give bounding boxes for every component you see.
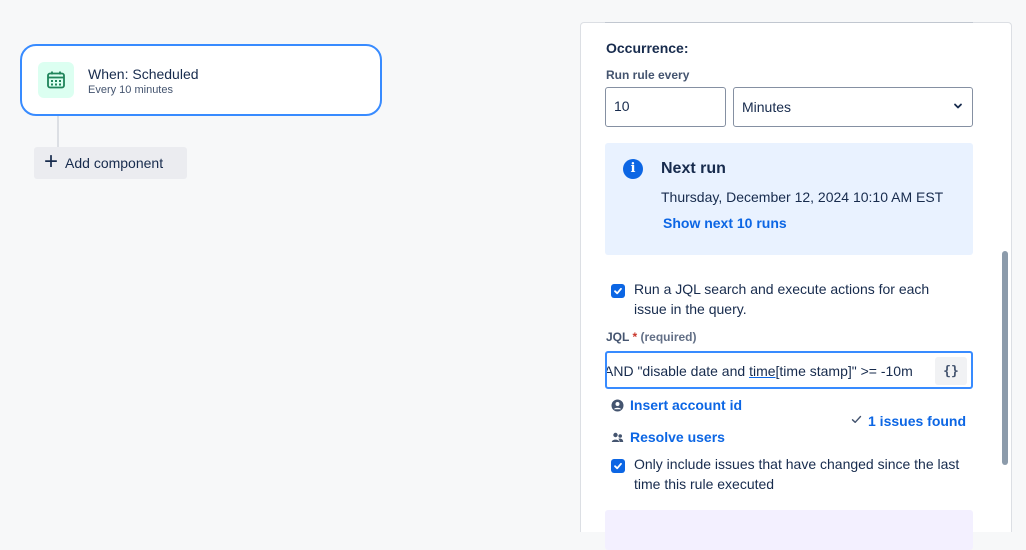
add-component-button[interactable]: + Add component (34, 147, 187, 179)
check-icon (851, 414, 862, 428)
connector-line (57, 116, 59, 148)
occurrence-label: Occurrence: (606, 40, 689, 56)
jql-value-part: AND "disable date and (605, 363, 750, 379)
required-star: * (629, 330, 638, 344)
trigger-card[interactable]: When: Scheduled Every 10 minutes (20, 44, 382, 116)
interval-unit-value: Minutes (742, 99, 792, 115)
jql-required-text: (required) (640, 330, 697, 344)
interval-unit-select[interactable]: Minutes (733, 87, 973, 127)
next-run-info: i Next run Thursday, December 12, 2024 1… (605, 143, 973, 255)
next-section-box (605, 510, 973, 550)
resolve-users-link[interactable]: Resolve users (611, 429, 725, 445)
next-run-title: Next run (661, 160, 726, 177)
panel-divider (605, 22, 973, 23)
jql-value-underlined: time (749, 363, 776, 379)
jql-search-checkbox[interactable] (611, 284, 625, 298)
trigger-text: When: Scheduled Every 10 minutes (88, 65, 199, 96)
checkmark-icon (614, 462, 622, 470)
resolve-users-label: Resolve users (630, 429, 725, 445)
user-circle-icon (611, 399, 624, 412)
trigger-title: When: Scheduled (88, 65, 199, 82)
trigger-subtitle: Every 10 minutes (88, 83, 173, 96)
issues-found-label: 1 issues found (868, 413, 967, 429)
plus-icon: + (44, 148, 59, 175)
smart-values-button[interactable]: {} (935, 357, 967, 385)
jql-label-text: JQL (606, 330, 630, 344)
only-changed-checkbox-label: Only include issues that have changed si… (634, 456, 960, 492)
jql-search-checkbox-label: Run a JQL search and execute actions for… (634, 281, 930, 317)
only-changed-checkbox[interactable] (611, 459, 625, 473)
interval-input[interactable]: 10 (605, 87, 726, 127)
people-icon (611, 431, 624, 444)
config-panel: Occurrence: Run rule every 10 Minutes i … (580, 22, 1012, 550)
jql-label: JQL * (required) (606, 330, 697, 344)
add-component-label: Add component (65, 155, 164, 171)
show-next-runs-link[interactable]: Show next 10 runs (663, 215, 787, 231)
insert-account-id-label: Insert account id (630, 397, 743, 413)
next-run-date: Thursday, December 12, 2024 10:10 AM EST (661, 189, 944, 205)
panel-scrollbar[interactable] (1002, 251, 1008, 465)
checkmark-icon (614, 287, 622, 295)
chevron-down-icon (952, 99, 964, 115)
calendar-icon (38, 62, 74, 98)
jql-value-part: [time stamp]" >= -10m (775, 363, 913, 379)
insert-account-id-link[interactable]: Insert account id (611, 397, 742, 413)
info-icon: i (623, 159, 643, 179)
interval-value: 10 (614, 98, 630, 114)
run-rule-every-label: Run rule every (606, 68, 690, 82)
rule-canvas: When: Scheduled Every 10 minutes + Add c… (0, 0, 580, 524)
issues-found-link[interactable]: 1 issues found (851, 413, 966, 429)
jql-value: AND "disable date and time[time stamp]" … (605, 363, 913, 379)
jql-input[interactable]: AND "disable date and time[time stamp]" … (605, 351, 973, 389)
